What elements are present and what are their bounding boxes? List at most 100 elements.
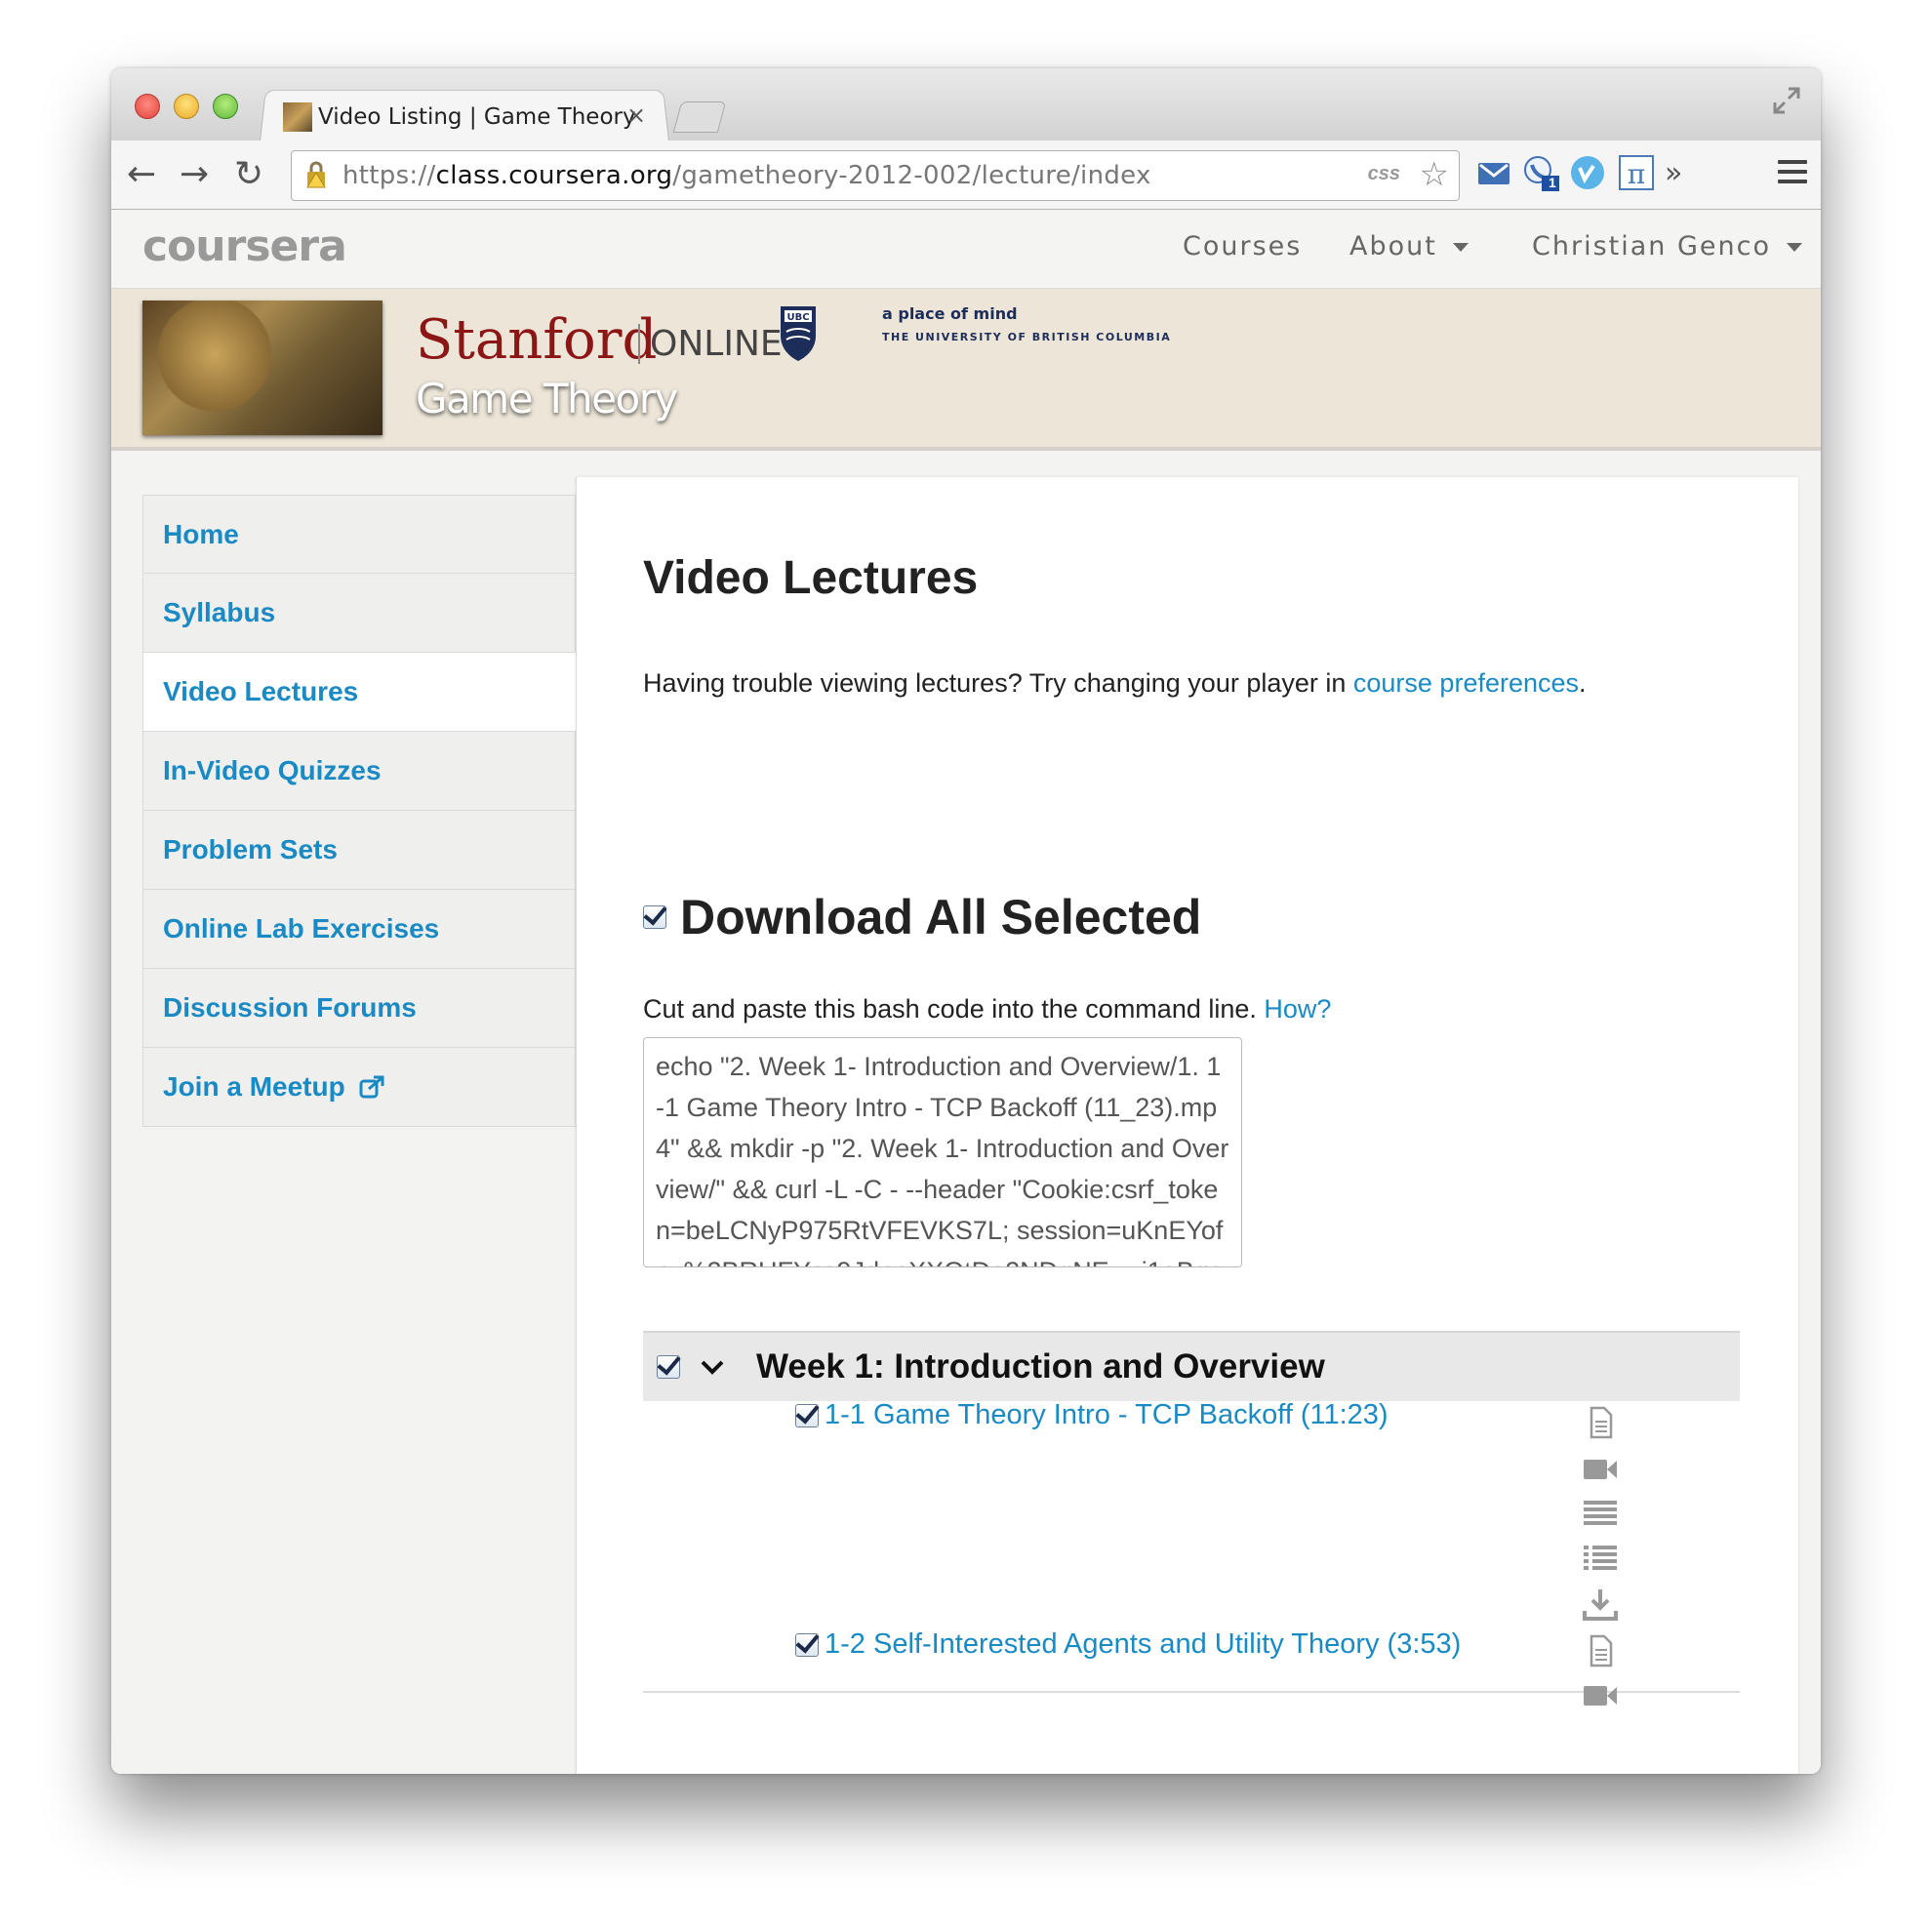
about-menu[interactable]: About — [1349, 231, 1469, 261]
video-camera-icon[interactable] — [1582, 1453, 1619, 1486]
transcript-list-icon[interactable] — [1582, 1543, 1619, 1576]
sidebar-item-label: Problem Sets — [163, 834, 338, 864]
how-link[interactable]: How? — [1264, 994, 1331, 1024]
ubc-tagline: a place of mind THE UNIVERSITY OF BRITIS… — [882, 304, 1171, 343]
url-host: class.coursera.org — [435, 161, 673, 190]
lecture-slides-icon[interactable] — [1582, 1634, 1619, 1667]
lecture-link[interactable]: 1-2 Self-Interested Agents and Utility T… — [825, 1628, 1461, 1661]
download-all-title: Download All Selected — [680, 890, 1202, 944]
tab-title: Video Listing | Game Theory — [318, 104, 636, 130]
sidebar-item-join-a-meetup[interactable]: Join a Meetup — [142, 1048, 576, 1127]
browser-toolbar: ← → ↻ https://class.coursera.org/gamethe… — [111, 141, 1821, 210]
chrome-menu-icon[interactable] — [1778, 160, 1807, 189]
sidebar-item-label: Join a Meetup — [163, 1071, 345, 1102]
lecture-item: 1-2 Self-Interested Agents and Utility T… — [795, 1628, 1461, 1661]
favicon-icon — [283, 102, 312, 132]
zoom-window-button[interactable] — [213, 94, 238, 119]
lecture-slides-icon[interactable] — [1582, 1406, 1619, 1439]
lecture-item: 1-1 Game Theory Intro - TCP Backoff (11:… — [795, 1399, 1389, 1431]
course-title[interactable]: Game Theory — [416, 375, 678, 422]
sidebar-item-label: Syllabus — [163, 597, 276, 627]
sidebar-item-in-video-quizzes[interactable]: In-Video Quizzes — [142, 732, 576, 811]
course-sidebar: Home Syllabus Video Lectures In-Video Qu… — [142, 495, 578, 1127]
browser-window: Video Listing | Game Theory × ← → ↻ http… — [111, 68, 1821, 1774]
url-text[interactable]: https://class.coursera.org/gametheory-20… — [342, 161, 1151, 190]
css-extension-icon[interactable]: css — [1368, 163, 1400, 185]
sidebar-item-syllabus[interactable]: Syllabus — [142, 574, 576, 653]
lecture-divider — [643, 1691, 1740, 1693]
main-content: Video Lectures Having trouble viewing le… — [576, 477, 1798, 1774]
lecture-link[interactable]: 1-1 Game Theory Intro - TCP Backoff (11:… — [825, 1399, 1389, 1431]
lecture-checkbox[interactable] — [795, 1403, 819, 1427]
user-name: Christian Genco — [1532, 231, 1771, 261]
sidebar-item-video-lectures[interactable]: Video Lectures — [142, 653, 578, 732]
sidebar-item-discussion-forums[interactable]: Discussion Forums — [142, 969, 576, 1048]
sidebar-item-label: Video Lectures — [163, 676, 359, 706]
about-label: About — [1349, 231, 1437, 261]
cutpaste-instructions: Cut and paste this bash code into the co… — [643, 994, 1331, 1024]
bash-code-textarea[interactable]: echo "2. Week 1- Introduction and Overvi… — [643, 1037, 1242, 1267]
cutpaste-text: Cut and paste this bash code into the co… — [643, 994, 1265, 1024]
external-link-icon — [359, 1075, 384, 1099]
sidebar-item-label: In-Video Quizzes — [163, 755, 382, 785]
chevron-down-icon[interactable] — [700, 1354, 725, 1380]
minimize-window-button[interactable] — [174, 94, 199, 119]
week-1-title: Week 1: Introduction and Overview — [756, 1347, 1325, 1386]
back-arrow-icon[interactable]: ← — [127, 154, 156, 194]
sidebar-item-online-lab-exercises[interactable]: Online Lab Exercises — [142, 890, 576, 969]
sidebar-item-label: Discussion Forums — [163, 992, 417, 1023]
download-all-header: Download All Selected — [643, 889, 1201, 945]
video-camera-icon[interactable] — [1582, 1679, 1619, 1712]
coursera-topnav: coursera Courses About Christian Genco — [111, 210, 1821, 289]
courses-link[interactable]: Courses — [1183, 231, 1302, 261]
ubc-crest-text: UBC — [786, 312, 809, 323]
sidebar-item-label: Home — [163, 518, 239, 549]
url-scheme: https:// — [342, 161, 436, 190]
ubc-tagline-line2: THE UNIVERSITY OF BRITISH COLUMBIA — [882, 331, 1172, 343]
sidebar-item-problem-sets[interactable]: Problem Sets — [142, 811, 576, 890]
trouble-end: . — [1579, 668, 1587, 698]
phone-badge-count: 1 — [1549, 175, 1556, 190]
coursera-logo[interactable]: coursera — [142, 221, 347, 271]
download-icon[interactable] — [1582, 1587, 1619, 1621]
ubc-tagline-line1: a place of mind — [882, 304, 1018, 323]
course-painting-image — [142, 301, 382, 435]
url-path: /gametheory-2012-002/lecture/index — [672, 161, 1151, 190]
reload-icon[interactable]: ↻ — [234, 154, 263, 194]
tab-content: Video Listing | Game Theory — [283, 98, 636, 137]
ubc-crest-icon: UBC — [781, 306, 816, 361]
page-content: coursera Courses About Christian Genco S… — [111, 210, 1821, 1774]
forward-arrow-icon[interactable]: → — [180, 154, 209, 194]
page-title: Video Lectures — [643, 552, 979, 604]
new-tab-button[interactable] — [672, 101, 727, 133]
about-caret-icon — [1452, 243, 1469, 252]
bookmark-star-icon[interactable]: ☆ — [1420, 155, 1449, 194]
mail-extension-icon[interactable] — [1475, 154, 1512, 191]
course-preferences-link[interactable]: course preferences — [1353, 668, 1579, 698]
warning-lock-icon[interactable] — [303, 161, 329, 188]
trouble-text: Having trouble viewing lectures? Try cha… — [643, 668, 1353, 698]
tab-close-icon[interactable]: × — [626, 101, 646, 129]
pi-extension-icon[interactable]: π — [1618, 154, 1655, 191]
address-bar[interactable]: https://class.coursera.org/gametheory-20… — [291, 150, 1460, 201]
close-window-button[interactable] — [135, 94, 160, 119]
week-1-checkbox[interactable] — [657, 1355, 680, 1379]
svg-text:π: π — [1628, 158, 1645, 190]
stanford-wordmark: Stanford — [416, 308, 658, 372]
fullscreen-icon[interactable] — [1772, 86, 1801, 123]
download-all-checkbox[interactable] — [643, 905, 666, 929]
course-banner: Stanford ONLINE Game Theory UBC a place … — [111, 289, 1821, 451]
extensions-overflow-icon[interactable]: » — [1665, 156, 1682, 190]
week-1-header[interactable]: Week 1: Introduction and Overview — [643, 1331, 1740, 1401]
sidebar-item-home[interactable]: Home — [142, 495, 576, 574]
user-menu[interactable]: Christian Genco — [1532, 231, 1802, 261]
trouble-notice: Having trouble viewing lectures? Try cha… — [643, 668, 1587, 699]
vimeo-extension-icon[interactable] — [1569, 154, 1606, 191]
phone-extension-icon[interactable]: 1 — [1522, 154, 1559, 191]
lecture-checkbox[interactable] — [795, 1632, 819, 1657]
subtitles-icon[interactable] — [1582, 1498, 1619, 1531]
tab-bar: Video Listing | Game Theory × — [111, 68, 1821, 141]
user-caret-icon — [1786, 243, 1802, 252]
online-wordmark: ONLINE — [638, 324, 783, 364]
sidebar-item-label: Online Lab Exercises — [163, 913, 440, 944]
